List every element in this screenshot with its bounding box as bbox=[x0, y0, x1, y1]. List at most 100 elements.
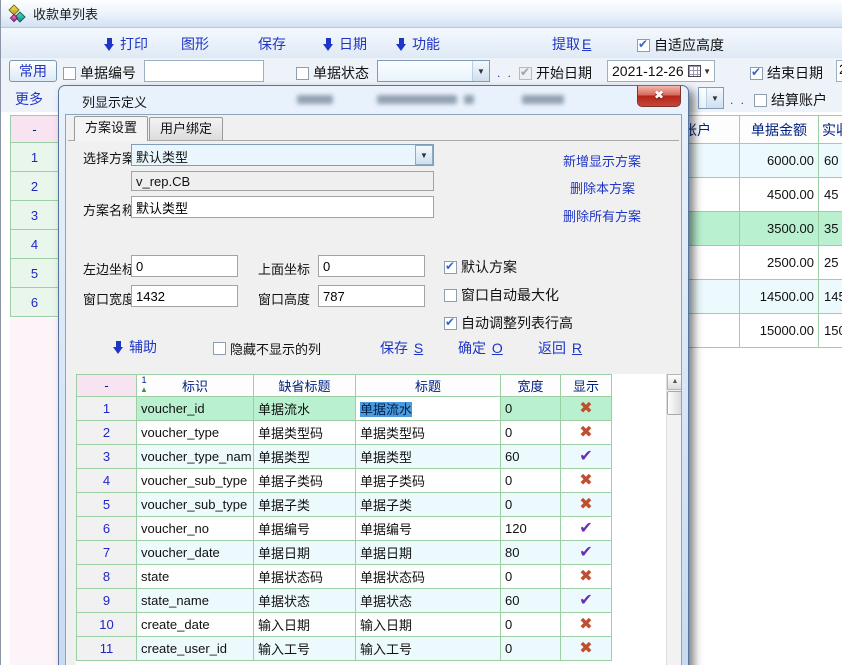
scheme-name-input[interactable] bbox=[131, 196, 434, 218]
delete-scheme-link[interactable]: 删除本方案 bbox=[570, 178, 635, 197]
show-column-header[interactable]: 显示 bbox=[561, 375, 612, 397]
id-cell[interactable]: voucher_no bbox=[137, 517, 254, 541]
title-cell[interactable]: 单据状态码 bbox=[356, 565, 501, 589]
id-cell[interactable]: voucher_type bbox=[137, 421, 254, 445]
dialog-titlebar[interactable]: 列显示定义 ✖ bbox=[59, 86, 688, 114]
show-cell[interactable]: ✖ bbox=[561, 565, 612, 589]
grid-row-number[interactable]: 5 bbox=[77, 493, 137, 517]
start-date-checkbox[interactable]: 开始日期 bbox=[519, 63, 592, 83]
grid-row[interactable]: 4 voucher_sub_type 单据子类码 单据子类码 0 ✖ bbox=[77, 469, 612, 493]
save-button[interactable]: 保存 bbox=[258, 34, 286, 54]
default-title-cell[interactable]: 输入日期 bbox=[254, 613, 356, 637]
list-row-number[interactable]: 1 bbox=[10, 143, 59, 172]
close-icon[interactable]: ✖ bbox=[637, 86, 681, 107]
more-tab-button[interactable]: 更多 bbox=[15, 89, 43, 109]
add-scheme-link[interactable]: 新增显示方案 bbox=[563, 151, 641, 170]
grid-row-number[interactable]: 9 bbox=[77, 589, 137, 613]
hide-hidden-columns-checkbox[interactable]: 隐藏不显示的列 bbox=[213, 339, 321, 358]
show-cell[interactable]: ✔ bbox=[561, 589, 612, 613]
width-cell[interactable]: 80 bbox=[501, 541, 561, 565]
default-title-cell[interactable]: 输入工号 bbox=[254, 637, 356, 661]
save-scheme-button[interactable]: 保存 S bbox=[380, 338, 423, 358]
left-coord-input[interactable] bbox=[131, 255, 238, 277]
grid-row[interactable]: 8 state 单据状态码 单据状态码 0 ✖ bbox=[77, 565, 612, 589]
tab-scheme-settings[interactable]: 方案设置 bbox=[74, 116, 148, 141]
width-cell[interactable]: 0 bbox=[501, 469, 561, 493]
delete-all-schemes-link[interactable]: 删除所有方案 bbox=[563, 206, 641, 225]
grid-row[interactable]: 5 voucher_sub_type 单据子类 单据子类 0 ✖ bbox=[77, 493, 612, 517]
grid-row[interactable]: 6 voucher_no 单据编号 单据编号 120 ✔ bbox=[77, 517, 612, 541]
list-row[interactable]: 14500.00 145 bbox=[682, 280, 842, 314]
id-cell[interactable]: voucher_sub_type bbox=[137, 493, 254, 517]
cross-icon[interactable]: ✖ bbox=[579, 425, 592, 441]
back-button[interactable]: 返回 R bbox=[538, 338, 582, 358]
dropdown-arrow-icon[interactable]: ▼ bbox=[703, 67, 711, 76]
title-cell[interactable]: 输入日期 bbox=[356, 613, 501, 637]
autofit-height-checkbox[interactable]: 自适应高度 bbox=[637, 35, 724, 55]
grid-row[interactable]: 2 voucher_type 单据类型码 单据类型码 0 ✖ bbox=[77, 421, 612, 445]
title-cell[interactable]: 输入工号 bbox=[356, 637, 501, 661]
print-button[interactable]: 打印 bbox=[104, 34, 148, 54]
end-date-input[interactable]: 2 bbox=[836, 60, 842, 82]
default-title-cell[interactable]: 单据子类 bbox=[254, 493, 356, 517]
id-cell[interactable]: create_date bbox=[137, 613, 254, 637]
auto-row-height-checkbox[interactable]: 自动调整列表行高 bbox=[444, 313, 573, 333]
cross-icon[interactable]: ✖ bbox=[579, 617, 592, 633]
width-cell[interactable]: 0 bbox=[501, 637, 561, 661]
show-cell[interactable]: ✖ bbox=[561, 469, 612, 493]
grid-row[interactable]: 1 voucher_id 单据流水 单据流水 0 ✖ bbox=[77, 397, 612, 421]
grid-row[interactable]: 9 state_name 单据状态 单据状态 60 ✔ bbox=[77, 589, 612, 613]
amount-column-header[interactable]: 单据金额 bbox=[740, 116, 819, 144]
extract-button[interactable]: 提取E bbox=[552, 34, 591, 54]
default-title-cell[interactable]: 单据类型码 bbox=[254, 421, 356, 445]
show-cell[interactable]: ✖ bbox=[561, 493, 612, 517]
grid-row-number[interactable]: 1 bbox=[77, 397, 137, 421]
cross-icon[interactable]: ✖ bbox=[579, 641, 592, 657]
width-cell[interactable]: 60 bbox=[501, 589, 561, 613]
title-cell-editing[interactable]: 单据流水 bbox=[356, 397, 501, 421]
check-icon[interactable]: ✔ bbox=[579, 593, 592, 609]
grid-row[interactable]: 10 create_date 输入日期 输入日期 0 ✖ bbox=[77, 613, 612, 637]
list-row[interactable]: 3500.00 35 bbox=[682, 212, 842, 246]
features-menu-button[interactable]: 功能 bbox=[396, 34, 440, 54]
list-row-number[interactable]: 2 bbox=[10, 172, 59, 201]
show-cell[interactable]: ✖ bbox=[561, 613, 612, 637]
date-menu-button[interactable]: 日期 bbox=[323, 34, 367, 54]
check-icon[interactable]: ✔ bbox=[579, 449, 592, 465]
graph-button[interactable]: 图形 bbox=[181, 34, 209, 54]
id-column-header[interactable]: 1▲ 标识 bbox=[137, 375, 254, 397]
tab-user-binding[interactable]: 用户绑定 bbox=[149, 117, 223, 140]
common-tab-button[interactable]: 常用 bbox=[9, 60, 57, 82]
select-scheme-dropdown[interactable]: 默认类型 ▼ bbox=[131, 144, 434, 166]
grid-corner-header[interactable]: - bbox=[77, 375, 137, 397]
title-cell[interactable]: 单据子类码 bbox=[356, 469, 501, 493]
dropdown-arrow-icon[interactable]: ▼ bbox=[706, 88, 723, 108]
default-title-cell[interactable]: 单据子类码 bbox=[254, 469, 356, 493]
list-corner-cell[interactable]: - bbox=[10, 115, 59, 143]
grid-row-number[interactable]: 3 bbox=[77, 445, 137, 469]
width-cell[interactable]: 0 bbox=[501, 397, 561, 421]
check-icon[interactable]: ✔ bbox=[579, 545, 592, 561]
scrollbar-thumb[interactable] bbox=[667, 391, 682, 415]
doc-state-checkbox[interactable]: 单据状态 bbox=[296, 63, 369, 83]
width-column-header[interactable]: 宽度 bbox=[501, 375, 561, 397]
width-cell[interactable]: 120 bbox=[501, 517, 561, 541]
received-column-header[interactable]: 实收 bbox=[819, 116, 842, 144]
list-row[interactable]: 2500.00 25 bbox=[682, 246, 842, 280]
title-cell[interactable]: 单据状态 bbox=[356, 589, 501, 613]
calendar-icon[interactable] bbox=[688, 65, 701, 77]
doc-state-dropdown[interactable]: ▼ bbox=[377, 60, 490, 82]
cross-icon[interactable]: ✖ bbox=[579, 497, 592, 513]
width-cell[interactable]: 0 bbox=[501, 565, 561, 589]
title-cell[interactable]: 单据日期 bbox=[356, 541, 501, 565]
grid-row-number[interactable]: 10 bbox=[77, 613, 137, 637]
grid-row-number[interactable]: 2 bbox=[77, 421, 137, 445]
default-scheme-checkbox[interactable]: 默认方案 bbox=[444, 257, 517, 277]
scroll-up-icon[interactable]: ▲ bbox=[667, 374, 682, 390]
check-icon[interactable]: ✔ bbox=[579, 521, 592, 537]
start-date-input[interactable]: 2021-12-26 ▼ bbox=[607, 60, 715, 82]
id-cell[interactable]: create_user_id bbox=[137, 637, 254, 661]
title-cell[interactable]: 单据子类 bbox=[356, 493, 501, 517]
id-cell[interactable]: voucher_type_nam bbox=[137, 445, 254, 469]
doc-no-input[interactable] bbox=[144, 60, 264, 82]
